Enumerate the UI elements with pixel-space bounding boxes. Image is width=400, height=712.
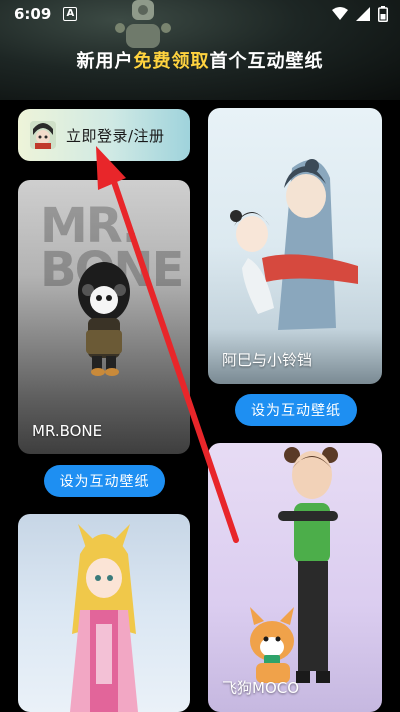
fox-girl-character-image: [70, 524, 138, 712]
login-register-button[interactable]: 立即登录/注册: [18, 109, 190, 161]
set-wallpaper-button-abao[interactable]: 设为互动壁纸: [235, 394, 357, 426]
promo-title-suffix: 首个互动壁纸: [209, 51, 324, 72]
set-wallpaper-button-mrbone[interactable]: 设为互动壁纸: [44, 465, 165, 497]
promo-title-highlight: 免费领取: [133, 51, 210, 72]
status-bar: 6:09 A: [0, 0, 400, 28]
signal-icon: [356, 7, 370, 21]
wallpaper-card-feigou-moco[interactable]: 飞狗MOCO: [208, 443, 382, 712]
wallpaper-card-abao[interactable]: 阿巳与小铃铛: [208, 108, 382, 384]
wallpaper-card-mrbone[interactable]: MR.BONE MR.BONE: [18, 180, 190, 454]
notification-icon: A: [63, 7, 78, 21]
promo-title: 新用户免费领取首个互动壁纸: [0, 47, 400, 73]
abao-characters-image: [230, 159, 358, 330]
wallpaper-card-fox-girl[interactable]: [18, 514, 190, 712]
battery-icon: [378, 6, 388, 22]
wifi-icon: [332, 7, 348, 20]
avatar: [30, 121, 56, 149]
mrbone-character-image: [78, 262, 130, 376]
login-register-label: 立即登录/注册: [66, 126, 165, 145]
promo-title-prefix: 新用户: [76, 51, 134, 72]
status-icons: [332, 6, 388, 22]
wallpaper-name: 飞狗MOCO: [222, 679, 300, 697]
feigou-moco-character-image: [250, 447, 338, 683]
status-time: 6:09: [14, 5, 52, 23]
wallpaper-name: MR.BONE: [32, 422, 103, 440]
wallpaper-name: 阿巳与小铃铛: [222, 351, 313, 369]
